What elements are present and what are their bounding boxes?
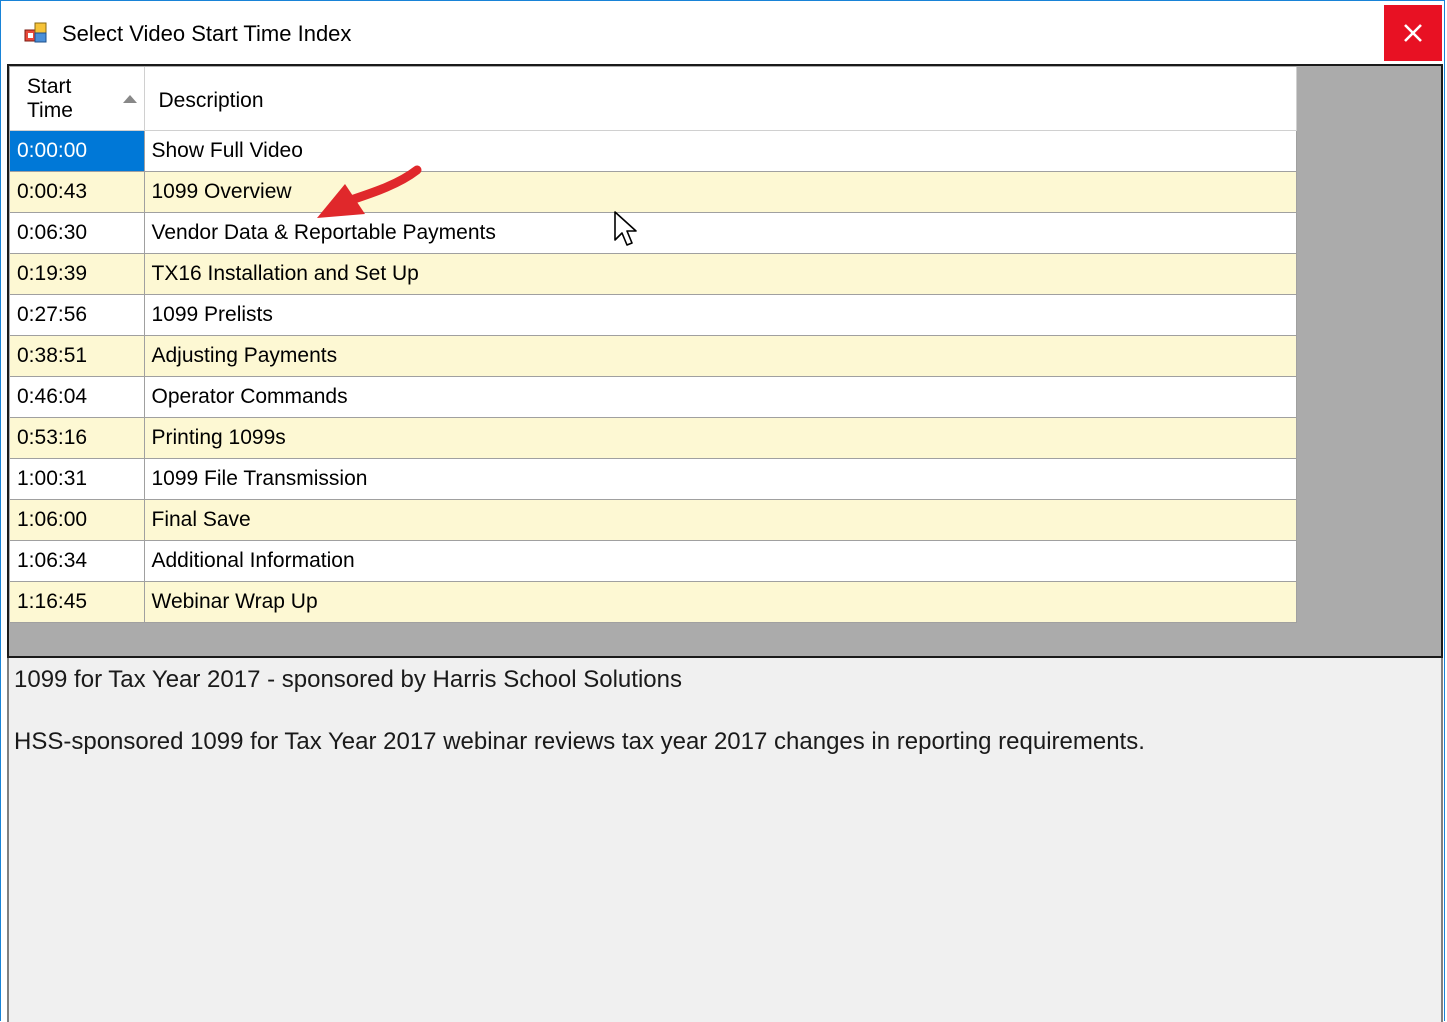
column-header-description[interactable]: Description — [144, 67, 1297, 131]
description-cell[interactable]: Adjusting Payments — [144, 335, 1297, 377]
start-time-cell[interactable]: 0:53:16 — [10, 417, 145, 459]
description-cell[interactable]: 1099 Prelists — [144, 294, 1297, 336]
column-header-label: Description — [158, 89, 264, 112]
start-time-cell[interactable]: 0:00:43 — [10, 171, 145, 213]
video-info-panel: 1099 for Tax Year 2017 - sponsored by Ha… — [7, 658, 1443, 1022]
start-time-cell[interactable]: 1:06:34 — [10, 540, 145, 582]
start-time-cell[interactable]: 0:46:04 — [10, 376, 145, 418]
close-icon — [1404, 24, 1422, 42]
table-row[interactable]: 1:06:34 Additional Information — [10, 540, 1297, 582]
table-row[interactable]: 0:46:04 Operator Commands — [10, 376, 1297, 418]
title-bar[interactable]: Select Video Start Time Index — [1, 1, 1444, 63]
window-title: Select Video Start Time Index — [62, 21, 352, 46]
table-row[interactable]: 0:06:30 Vendor Data & Reportable Payments — [10, 212, 1297, 254]
start-time-cell[interactable]: 0:06:30 — [10, 212, 145, 254]
table-header-row: Start Time Description — [10, 67, 1297, 131]
description-cell[interactable]: Printing 1099s — [144, 417, 1297, 459]
description-cell[interactable]: Additional Information — [144, 540, 1297, 582]
description-cell[interactable]: Final Save — [144, 499, 1297, 541]
description-cell[interactable]: 1099 File Transmission — [144, 458, 1297, 500]
table-row[interactable]: 0:19:39 TX16 Installation and Set Up — [10, 253, 1297, 295]
description-cell[interactable]: Webinar Wrap Up — [144, 581, 1297, 623]
table-row[interactable]: 0:00:43 1099 Overview — [10, 171, 1297, 213]
column-header-start-time[interactable]: Start Time — [10, 67, 145, 131]
video-description: HSS-sponsored 1099 for Tax Year 2017 web… — [14, 728, 1145, 755]
description-cell[interactable]: Operator Commands — [144, 376, 1297, 418]
app-window-icon — [24, 22, 47, 43]
table-body: 0:00:00 Show Full Video 0:00:43 1099 Overvi… — [10, 130, 1297, 623]
table-row[interactable]: 1:16:45 Webinar Wrap Up — [10, 581, 1297, 623]
video-index-grid[interactable]: Start Time Description 0:00:00 Show Full … — [7, 64, 1443, 658]
start-time-cell[interactable]: 0:19:39 — [10, 253, 145, 295]
video-title: 1099 for Tax Year 2017 - sponsored by Ha… — [14, 666, 682, 693]
table-row[interactable]: 0:38:51 Adjusting Payments — [10, 335, 1297, 377]
table-row[interactable]: 0:00:00 Show Full Video — [10, 130, 1297, 172]
start-time-cell[interactable]: 1:06:00 — [10, 499, 145, 541]
table-row[interactable]: 0:53:16 Printing 1099s — [10, 417, 1297, 459]
close-button[interactable] — [1384, 5, 1442, 61]
column-header-label: Start Time — [27, 75, 73, 122]
start-time-cell[interactable]: 0:27:56 — [10, 294, 145, 336]
table-row[interactable]: 0:27:56 1099 Prelists — [10, 294, 1297, 336]
table-row[interactable]: 1:00:31 1099 File Transmission — [10, 458, 1297, 500]
description-cell[interactable]: TX16 Installation and Set Up — [144, 253, 1297, 295]
dialog-window: Select Video Start Time Index Start Time — [0, 0, 1445, 1022]
table-row[interactable]: 1:06:00 Final Save — [10, 499, 1297, 541]
description-cell[interactable]: Vendor Data & Reportable Payments — [144, 212, 1297, 254]
start-time-cell[interactable]: 0:38:51 — [10, 335, 145, 377]
start-time-cell[interactable]: 0:00:00 — [10, 130, 145, 172]
description-cell[interactable]: Show Full Video — [144, 130, 1297, 172]
index-table: Start Time Description 0:00:00 Show Full … — [10, 67, 1297, 623]
start-time-cell[interactable]: 1:16:45 — [10, 581, 145, 623]
description-cell[interactable]: 1099 Overview — [144, 171, 1297, 213]
start-time-cell[interactable]: 1:00:31 — [10, 458, 145, 500]
sort-ascending-icon — [123, 95, 137, 103]
